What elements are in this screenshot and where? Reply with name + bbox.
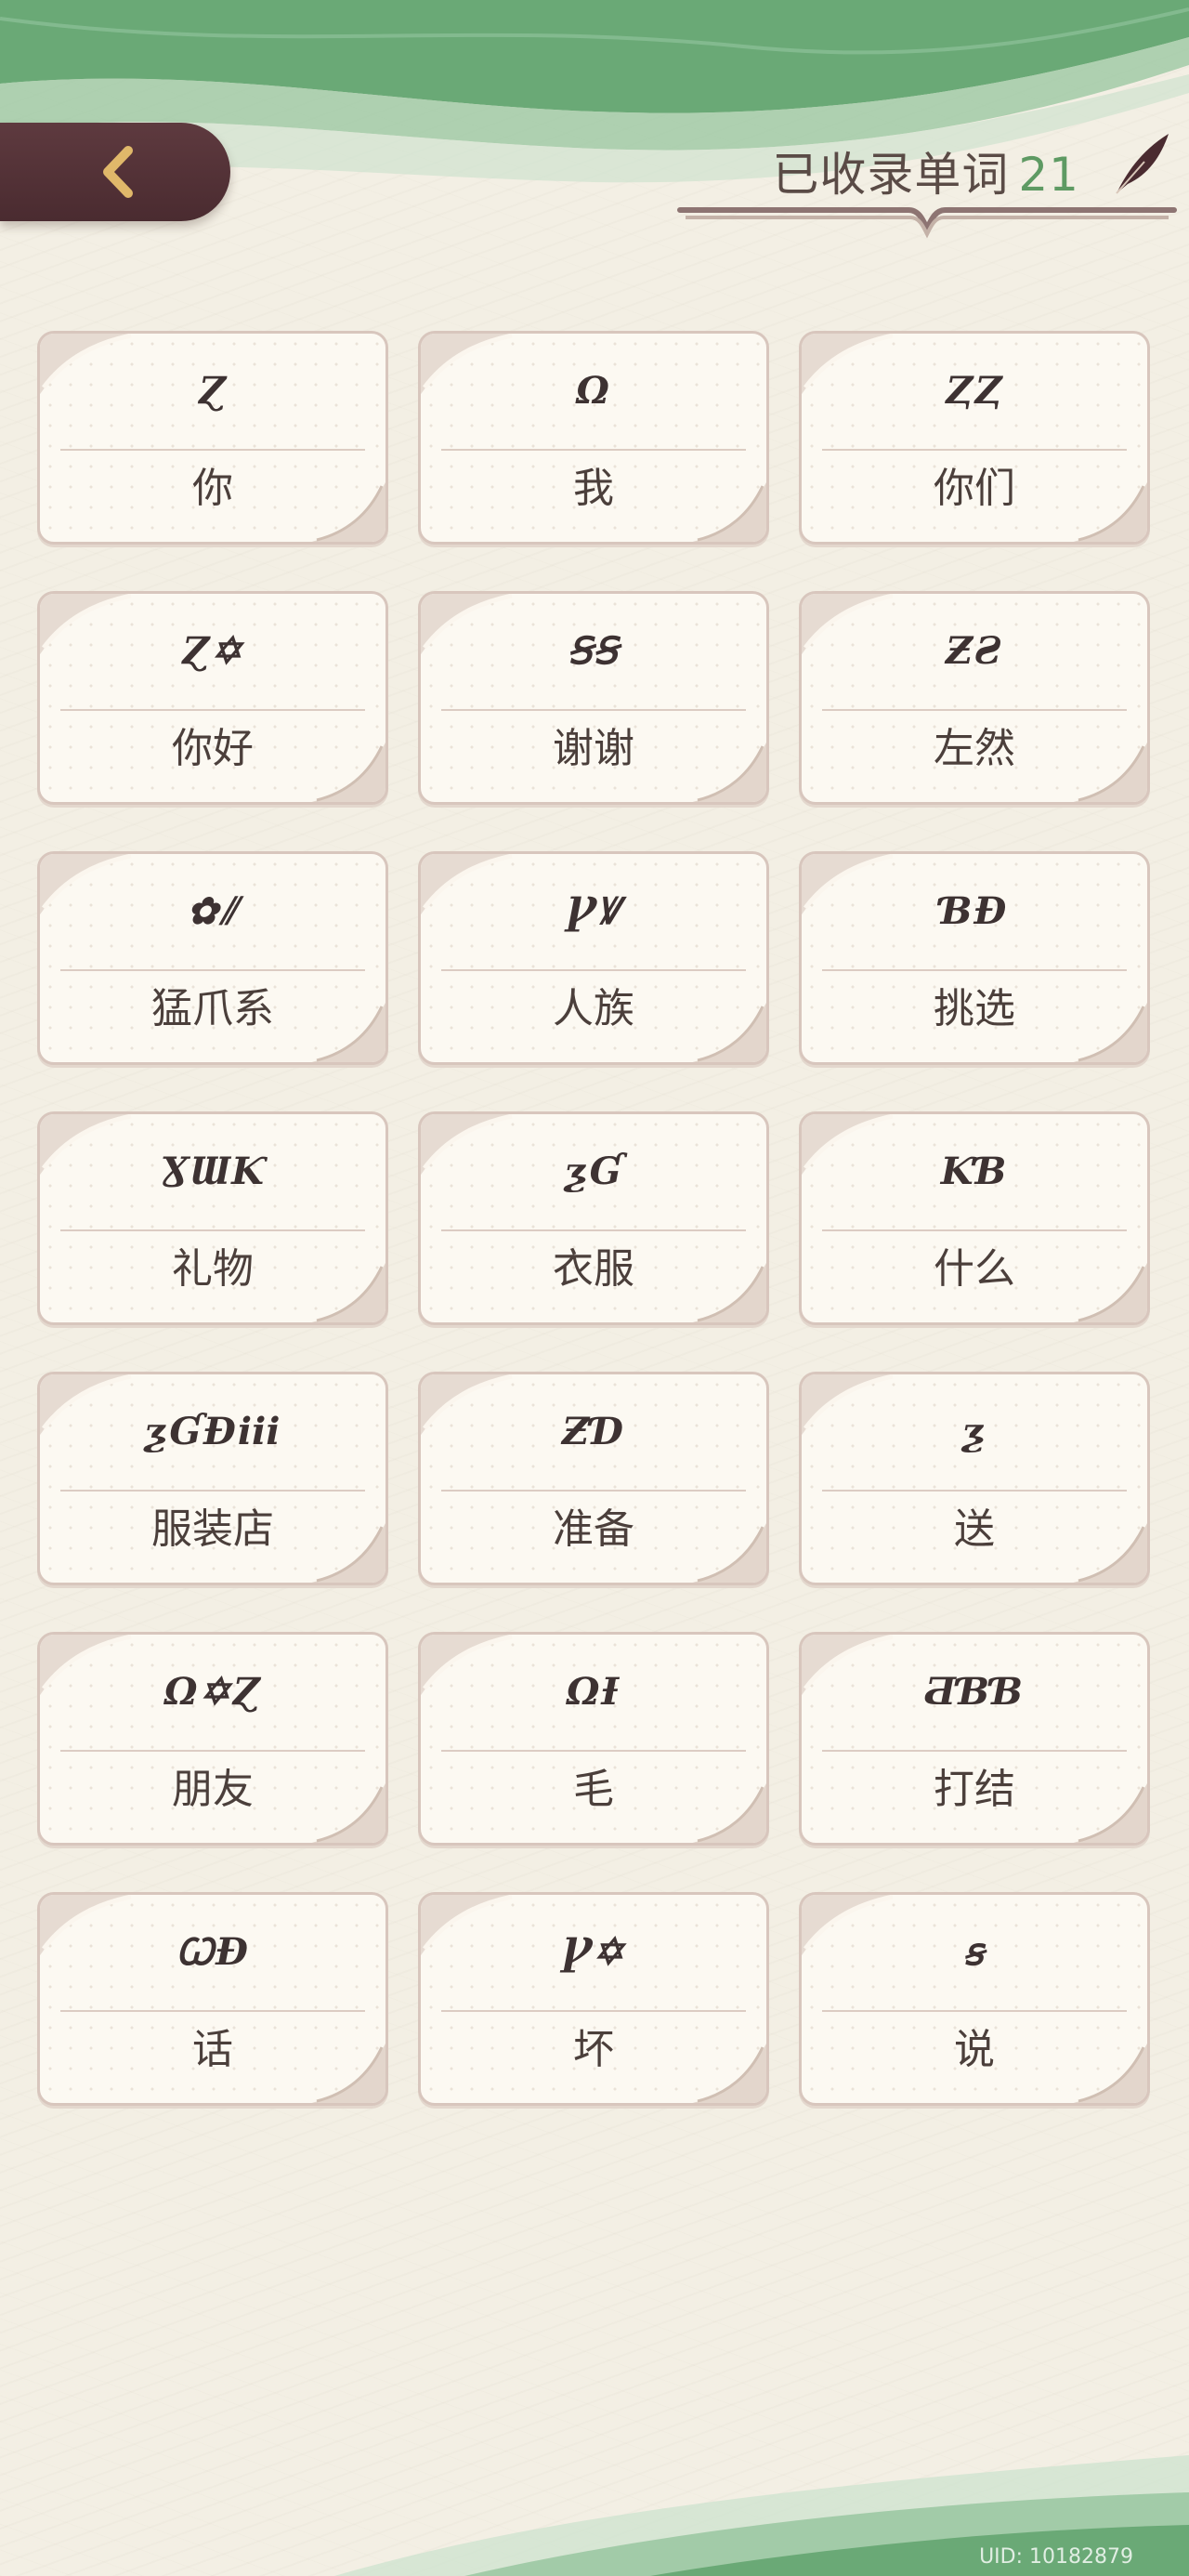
collected-count: 21 — [1018, 148, 1079, 202]
card-divider — [441, 2010, 746, 2012]
word-rune: ƁƉ — [940, 889, 1009, 933]
collected-words-counter: 已收录单词 21 — [669, 128, 1189, 240]
word-rune: ΩƗ — [566, 1670, 621, 1714]
word-meaning: 礼物 — [172, 1245, 254, 1293]
word-rune: ƺƓƉⅲ — [143, 1410, 282, 1453]
word-rune: ƵƧ — [945, 629, 1004, 673]
word-rune: Ω — [576, 369, 611, 413]
card-divider — [60, 2010, 365, 2012]
word-rune: ƺƓ — [563, 1150, 624, 1193]
word-rune: ꞩ — [963, 1930, 986, 1974]
card-divider — [822, 1490, 1127, 1492]
word-meaning: 话 — [192, 2026, 233, 2073]
word-card[interactable]: ꞶƉ 话 — [37, 1892, 388, 2106]
word-meaning: 你 — [192, 465, 233, 512]
word-meaning: 你好 — [172, 725, 254, 772]
card-divider — [822, 969, 1127, 971]
card-divider — [441, 1229, 746, 1231]
word-card[interactable]: ƔƜƘ 礼物 — [37, 1111, 388, 1325]
word-meaning: 打结 — [934, 1766, 1015, 1813]
card-divider — [441, 1490, 746, 1492]
word-meaning: 朋友 — [172, 1766, 254, 1813]
word-card[interactable]: ƋƁƁ 打结 — [799, 1632, 1150, 1846]
word-card[interactable]: ✿⫽ 猛爪系 — [37, 851, 388, 1065]
card-divider — [822, 449, 1127, 451]
word-rune: Ɀ — [198, 369, 228, 413]
word-meaning: 什么 — [934, 1245, 1015, 1293]
word-rune: ✿⫽ — [187, 889, 239, 933]
word-meaning: 左然 — [934, 725, 1015, 772]
word-card[interactable]: ƵƊ 准备 — [418, 1372, 769, 1585]
word-meaning: 我 — [573, 465, 614, 512]
word-meaning: 毛 — [573, 1766, 614, 1813]
word-meaning: 准备 — [553, 1505, 634, 1553]
word-card[interactable]: ꞨꞨ 谢谢 — [418, 591, 769, 805]
word-grid: Ɀ 你 Ω 我 ⱫⱫ 你们 Ɀ✡ 你好 ꞨꞨ 谢谢 ƵƧ 左然 ✿⫽ 猛爪系 ꝨꝞ 人族 ƁƉ 挑选 ƔƜƘ 礼物 ƺƓ… — [37, 331, 1150, 2106]
word-meaning: 衣服 — [553, 1245, 634, 1293]
card-divider — [60, 969, 365, 971]
word-card[interactable]: ƺ送 — [799, 1372, 1150, 1585]
word-meaning: 你们 — [934, 465, 1015, 512]
card-divider — [441, 969, 746, 971]
card-divider — [822, 1750, 1127, 1752]
word-meaning: 谢谢 — [553, 725, 634, 772]
word-rune: ƵƊ — [562, 1410, 625, 1453]
word-meaning: 人族 — [553, 985, 634, 1032]
word-card[interactable]: ꞩ说 — [799, 1892, 1150, 2106]
uid-label: UID: 10182879 — [979, 2545, 1133, 2569]
word-rune: ƺ — [960, 1410, 988, 1453]
word-card[interactable]: ƵƧ 左然 — [799, 591, 1150, 805]
word-rune: Ω✡Ɀ — [163, 1670, 262, 1714]
card-divider — [60, 709, 365, 711]
word-meaning: 坏 — [573, 2026, 614, 2073]
word-rune: Ꝩ✡ — [561, 1930, 626, 1974]
word-card[interactable]: Ω我 — [418, 331, 769, 545]
chevron-left-icon — [103, 146, 133, 198]
word-rune: ƘƁ — [940, 1150, 1009, 1193]
word-card[interactable]: ƘƁ 什么 — [799, 1111, 1150, 1325]
word-card[interactable]: ΩƗ 毛 — [418, 1632, 769, 1846]
word-card[interactable]: ƺƓƉⅲ 服装店 — [37, 1372, 388, 1585]
collected-label-row: 已收录单词 21 — [772, 138, 1079, 204]
word-card[interactable]: Ω✡Ɀ 朋友 — [37, 1632, 388, 1846]
open-book-decoration — [677, 207, 1177, 239]
word-rune: ⱫⱫ — [945, 369, 1004, 413]
word-meaning: 服装店 — [151, 1505, 274, 1553]
word-card[interactable]: ꝨꝞ 人族 — [418, 851, 769, 1065]
word-rune: ƋƁƁ — [924, 1670, 1025, 1714]
word-meaning: 说 — [954, 2026, 995, 2073]
card-divider — [822, 2010, 1127, 2012]
quill-icon — [1116, 134, 1169, 194]
collected-label: 已收录单词 — [772, 148, 1010, 202]
word-meaning: 猛爪系 — [151, 985, 274, 1032]
word-rune: ƔƜƘ — [160, 1150, 266, 1193]
word-rune: ꞶƉ — [175, 1930, 250, 1974]
word-card[interactable]: Ɀ你 — [37, 331, 388, 545]
word-rune: ꞨꞨ — [568, 629, 620, 673]
back-button[interactable] — [0, 123, 230, 221]
card-divider — [60, 1229, 365, 1231]
card-divider — [60, 1490, 365, 1492]
word-card[interactable]: ⱫⱫ 你们 — [799, 331, 1150, 545]
word-meaning: 挑选 — [934, 985, 1015, 1032]
card-divider — [441, 449, 746, 451]
card-divider — [822, 709, 1127, 711]
card-divider — [60, 449, 365, 451]
word-card[interactable]: ƁƉ 挑选 — [799, 851, 1150, 1065]
word-rune: Ɀ✡ — [181, 629, 244, 673]
word-meaning: 送 — [954, 1505, 995, 1553]
word-card[interactable]: Ꝩ✡ 坏 — [418, 1892, 769, 2106]
card-divider — [441, 1750, 746, 1752]
card-divider — [60, 1750, 365, 1752]
card-divider — [441, 709, 746, 711]
word-card[interactable]: ƺƓ 衣服 — [418, 1111, 769, 1325]
card-divider — [822, 1229, 1127, 1231]
word-rune: ꝨꝞ — [566, 889, 621, 933]
word-card[interactable]: Ɀ✡ 你好 — [37, 591, 388, 805]
